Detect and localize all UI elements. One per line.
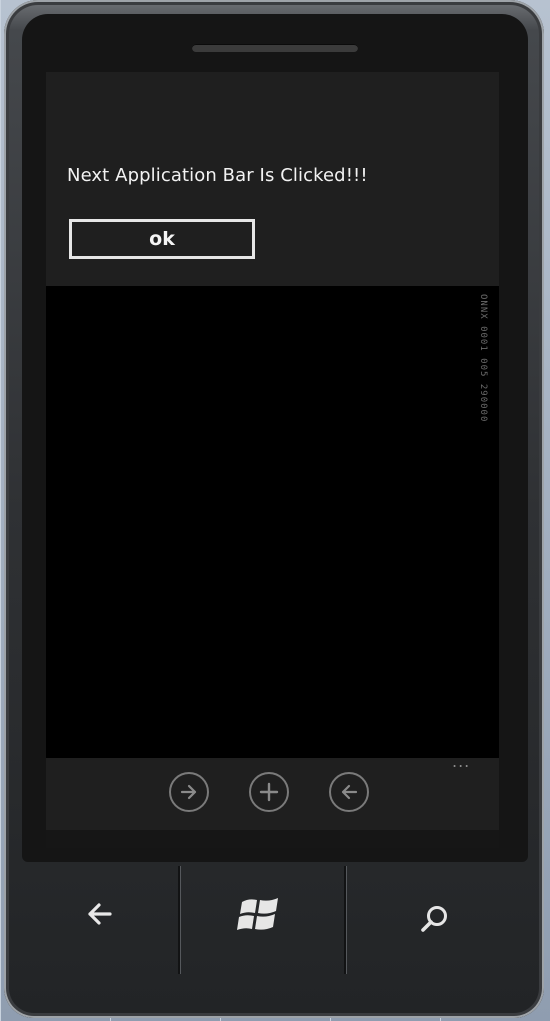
appbar-previous-button[interactable] (329, 772, 369, 812)
appbar-add-button[interactable] (249, 772, 289, 812)
arrow-right-icon (180, 784, 197, 800)
appbar-bottom-strip (46, 830, 499, 848)
ok-button[interactable]: ok (69, 219, 255, 259)
appbar-next-button[interactable] (169, 772, 209, 812)
hardware-button-bar (14, 862, 534, 1018)
dialog-message: Next Application Bar Is Clicked!!! (67, 165, 368, 186)
plus-icon (259, 782, 279, 802)
message-dialog: Next Application Bar Is Clicked!!! ok (46, 72, 499, 286)
back-arrow-icon (88, 903, 112, 925)
hardware-start-button[interactable] (182, 862, 340, 974)
speaker-grille (192, 44, 358, 52)
hardware-back-button[interactable] (14, 862, 178, 974)
appbar-more-button[interactable]: ... (452, 752, 470, 771)
phone-emulator: Next Application Bar Is Clicked!!! ok ON… (4, 0, 544, 1018)
button-divider (178, 866, 180, 974)
phone-bezel: Next Application Bar Is Clicked!!! ok ON… (22, 14, 528, 862)
phone-screen: Next Application Bar Is Clicked!!! ok ON… (46, 72, 499, 848)
hardware-search-button[interactable] (348, 862, 534, 974)
windows-start-icon (237, 898, 278, 930)
frame-rate-counter: ONNX 0001 005 290000 (478, 294, 488, 423)
arrow-left-icon (341, 784, 358, 800)
application-bar: ... (46, 752, 499, 830)
search-icon (421, 906, 447, 932)
button-divider (344, 866, 346, 974)
